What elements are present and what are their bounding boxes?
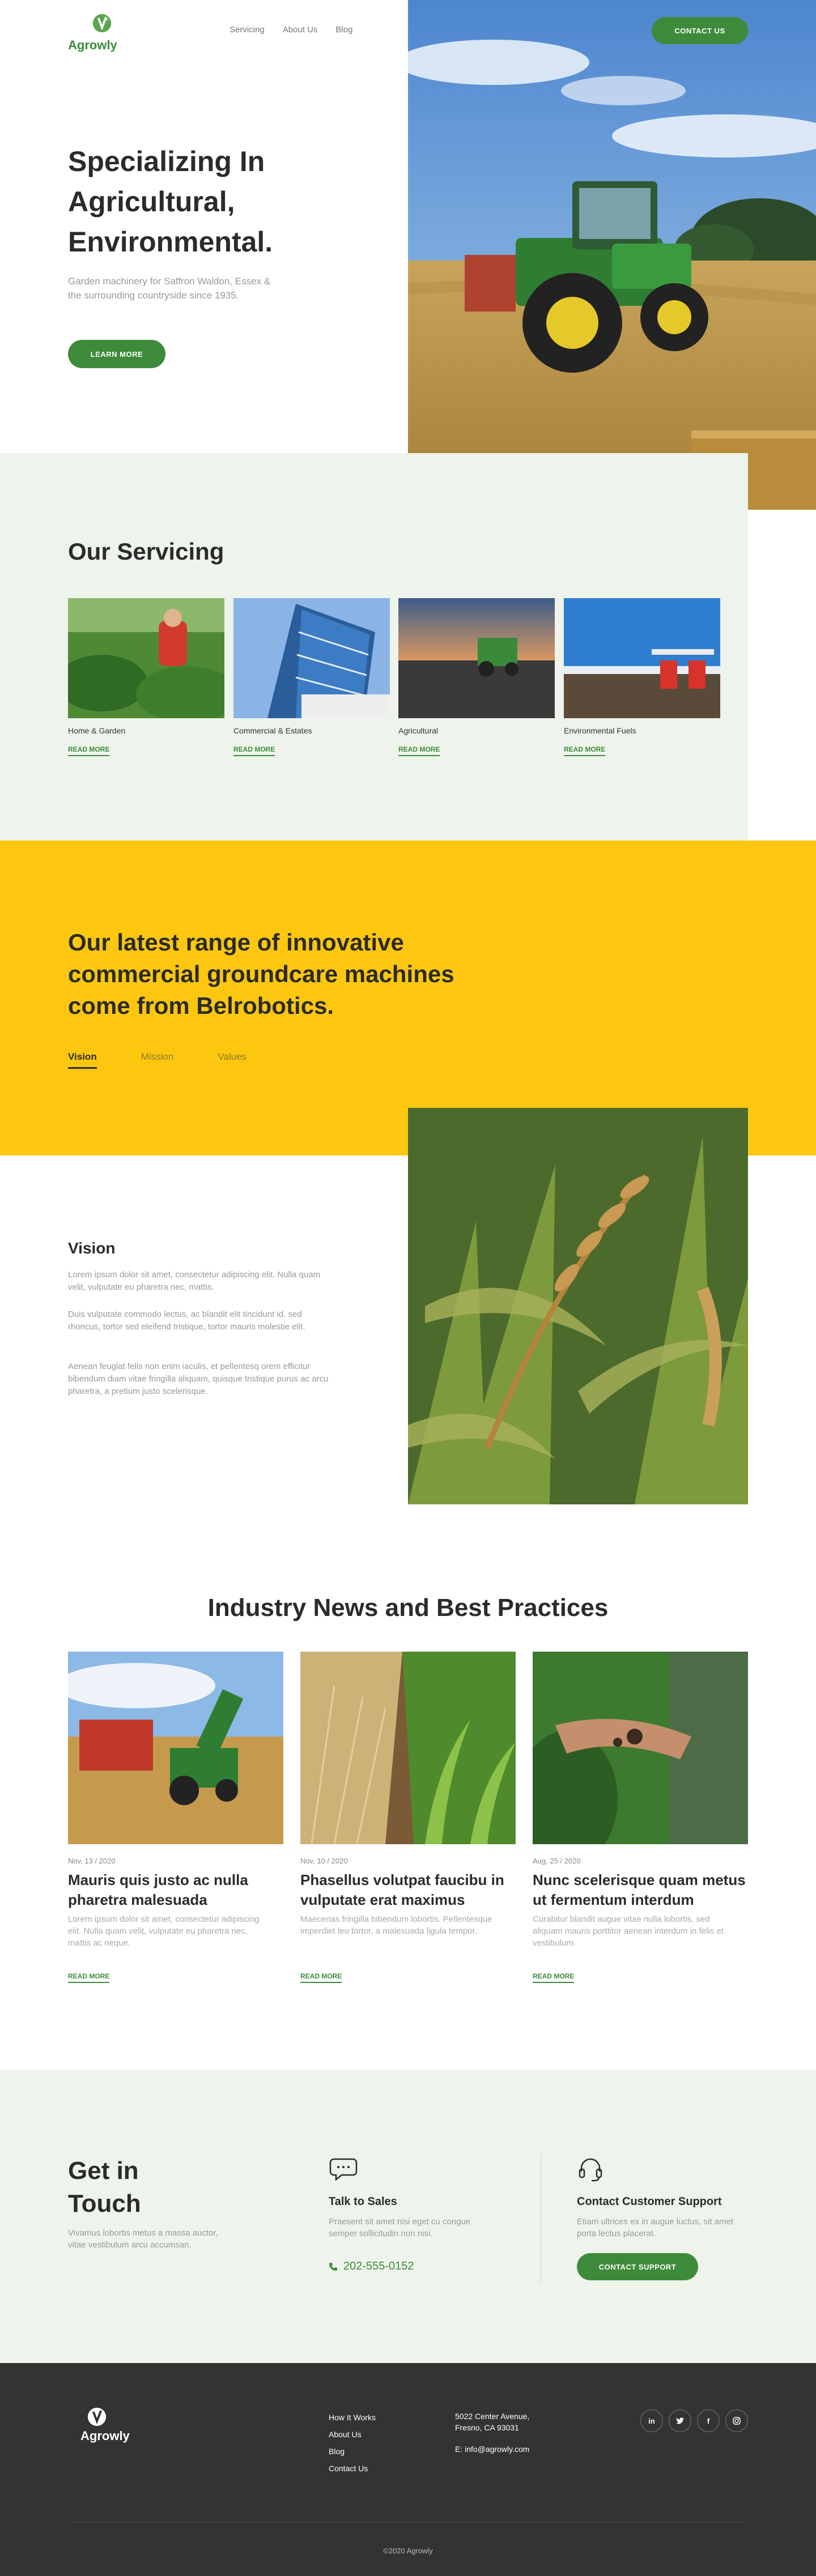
footer-address: 5022 Center Avenue, Fresno, CA 93031 (455, 2412, 530, 2432)
facebook-icon[interactable]: f (697, 2409, 720, 2432)
service-name-commercial: Commercial & Estates (233, 726, 312, 735)
brand-name: Agrowly (68, 38, 117, 52)
hero-subtitle: Garden machinery for Saffron Waldon, Ess… (68, 276, 271, 301)
home-garden-image[interactable] (68, 598, 224, 718)
news-image-corn[interactable] (300, 1652, 516, 1844)
tab-mission[interactable]: Mission (141, 1051, 174, 1069)
contact-title: Get in Touch (68, 2157, 141, 2217)
vision-paragraph: Duis vulputate commodo lectus, ac blandi… (68, 1310, 305, 1332)
sales-text: Praesent sit amet nisi eget cu congue se… (329, 2217, 471, 2238)
read-more-link[interactable]: READ MORE (68, 1972, 110, 1983)
logo[interactable]: Agrowly (68, 12, 136, 53)
read-more-link[interactable]: READ MORE (398, 745, 440, 756)
news-headline[interactable]: Mauris quis justo ac nulla pharetra male… (68, 1870, 289, 1910)
footer-link-contact-us[interactable]: Contact Us (329, 2464, 368, 2473)
footer-link-about-us[interactable]: About Us (329, 2430, 362, 2439)
footer-email[interactable]: E: info@agrowly.com (455, 2443, 529, 2455)
nav-item-blog[interactable]: Blog (335, 25, 352, 35)
news-excerpt: Maecenas fringilla bibendum lobortis. Pe… (300, 1914, 492, 1936)
nav-item-servicing[interactable]: Servicing (230, 25, 265, 35)
contact-us-button[interactable]: CONTACT US (652, 17, 748, 44)
contact-text: Vivamus lobortis metus a massa auctor, v… (68, 2228, 218, 2250)
contact-support-button[interactable]: CONTACT SUPPORT (577, 2253, 698, 2280)
news-excerpt: Curabitur blandit augue vitae nulla lobo… (533, 1914, 724, 1948)
footer-logo[interactable]: Agrowly (80, 2406, 142, 2443)
read-more-link[interactable]: READ MORE (300, 1972, 342, 1983)
news-image-harvest[interactable] (68, 1652, 283, 1844)
service-name-environmental: Environmental Fuels (564, 726, 636, 735)
sales-phone-link[interactable]: 202-555-0152 (329, 2260, 414, 2273)
headset-icon (579, 2158, 602, 2182)
service-name-agricultural: Agricultural (398, 726, 439, 735)
nav-item-about-us[interactable]: About Us (283, 25, 318, 35)
support-title: Contact Customer Support (577, 2195, 722, 2208)
vision-paragraph: Lorem ipsum dolor sit amet, consectetur … (68, 1270, 321, 1292)
hero-title: Specializing In Agricultural, Environmen… (68, 146, 273, 258)
read-more-link[interactable]: READ MORE (68, 745, 110, 756)
leaf-logo-icon (87, 2407, 107, 2426)
news-image-soil[interactable] (533, 1652, 748, 1844)
learn-more-button[interactable]: LEARN MORE (68, 340, 165, 368)
wheat-corn-image (408, 1108, 748, 1504)
main-nav: Servicing About Us Blog (230, 25, 352, 35)
twitter-icon[interactable] (669, 2409, 691, 2432)
vision-paragraph: Aenean feugiat felis non enim iaculis, e… (68, 1362, 329, 1396)
sales-title: Talk to Sales (329, 2195, 397, 2208)
linkedin-icon[interactable]: in (640, 2409, 663, 2432)
footer (0, 2363, 816, 2576)
environmental-fuels-image[interactable] (564, 598, 720, 718)
range-title: Our latest range of innovative commercia… (68, 929, 454, 1019)
copyright: ©2020 Agrowly (383, 2547, 433, 2555)
service-name-home-garden: Home & Garden (68, 726, 126, 735)
read-more-link[interactable]: READ MORE (564, 745, 606, 756)
news-title: Industry News and Best Practices (207, 1594, 609, 1622)
footer-brand-name: Agrowly (80, 2429, 130, 2443)
phone-icon (329, 2262, 337, 2271)
tab-vision[interactable]: Vision (68, 1051, 97, 1069)
news-date: Nov, 10 / 2020 (300, 1857, 348, 1865)
news-headline[interactable]: Nunc scelerisque quam metus ut fermentum… (533, 1870, 754, 1910)
sales-phone: 202-555-0152 (343, 2260, 414, 2272)
commercial-estates-image[interactable] (233, 598, 390, 718)
tab-values[interactable]: Values (218, 1051, 246, 1069)
news-date: Nov, 13 / 2020 (68, 1857, 116, 1865)
footer-link-blog[interactable]: Blog (329, 2447, 345, 2456)
chat-bubble-icon (329, 2158, 358, 2181)
servicing-title: Our Servicing (68, 538, 224, 565)
read-more-link[interactable]: READ MORE (533, 1972, 575, 1983)
news-headline[interactable]: Phasellus volutpat faucibu in vulputate … (300, 1870, 521, 1910)
hero-tractor-image (408, 0, 816, 510)
support-text: Etiam ultrices ex in augue luctus, sit a… (577, 2217, 733, 2238)
leaf-logo-icon (92, 14, 112, 33)
vision-title: Vision (68, 1239, 116, 1257)
read-more-link[interactable]: READ MORE (233, 745, 275, 756)
news-date: Aug, 25 / 2020 (533, 1857, 581, 1865)
instagram-icon[interactable] (725, 2409, 748, 2432)
agricultural-image[interactable] (398, 598, 555, 718)
news-excerpt: Lorem ipsum dolor sit amet, consectetur … (68, 1914, 260, 1948)
tab-bar: Vision Mission Values (68, 1051, 246, 1069)
footer-link-how-it-works[interactable]: How It Works (329, 2413, 376, 2422)
